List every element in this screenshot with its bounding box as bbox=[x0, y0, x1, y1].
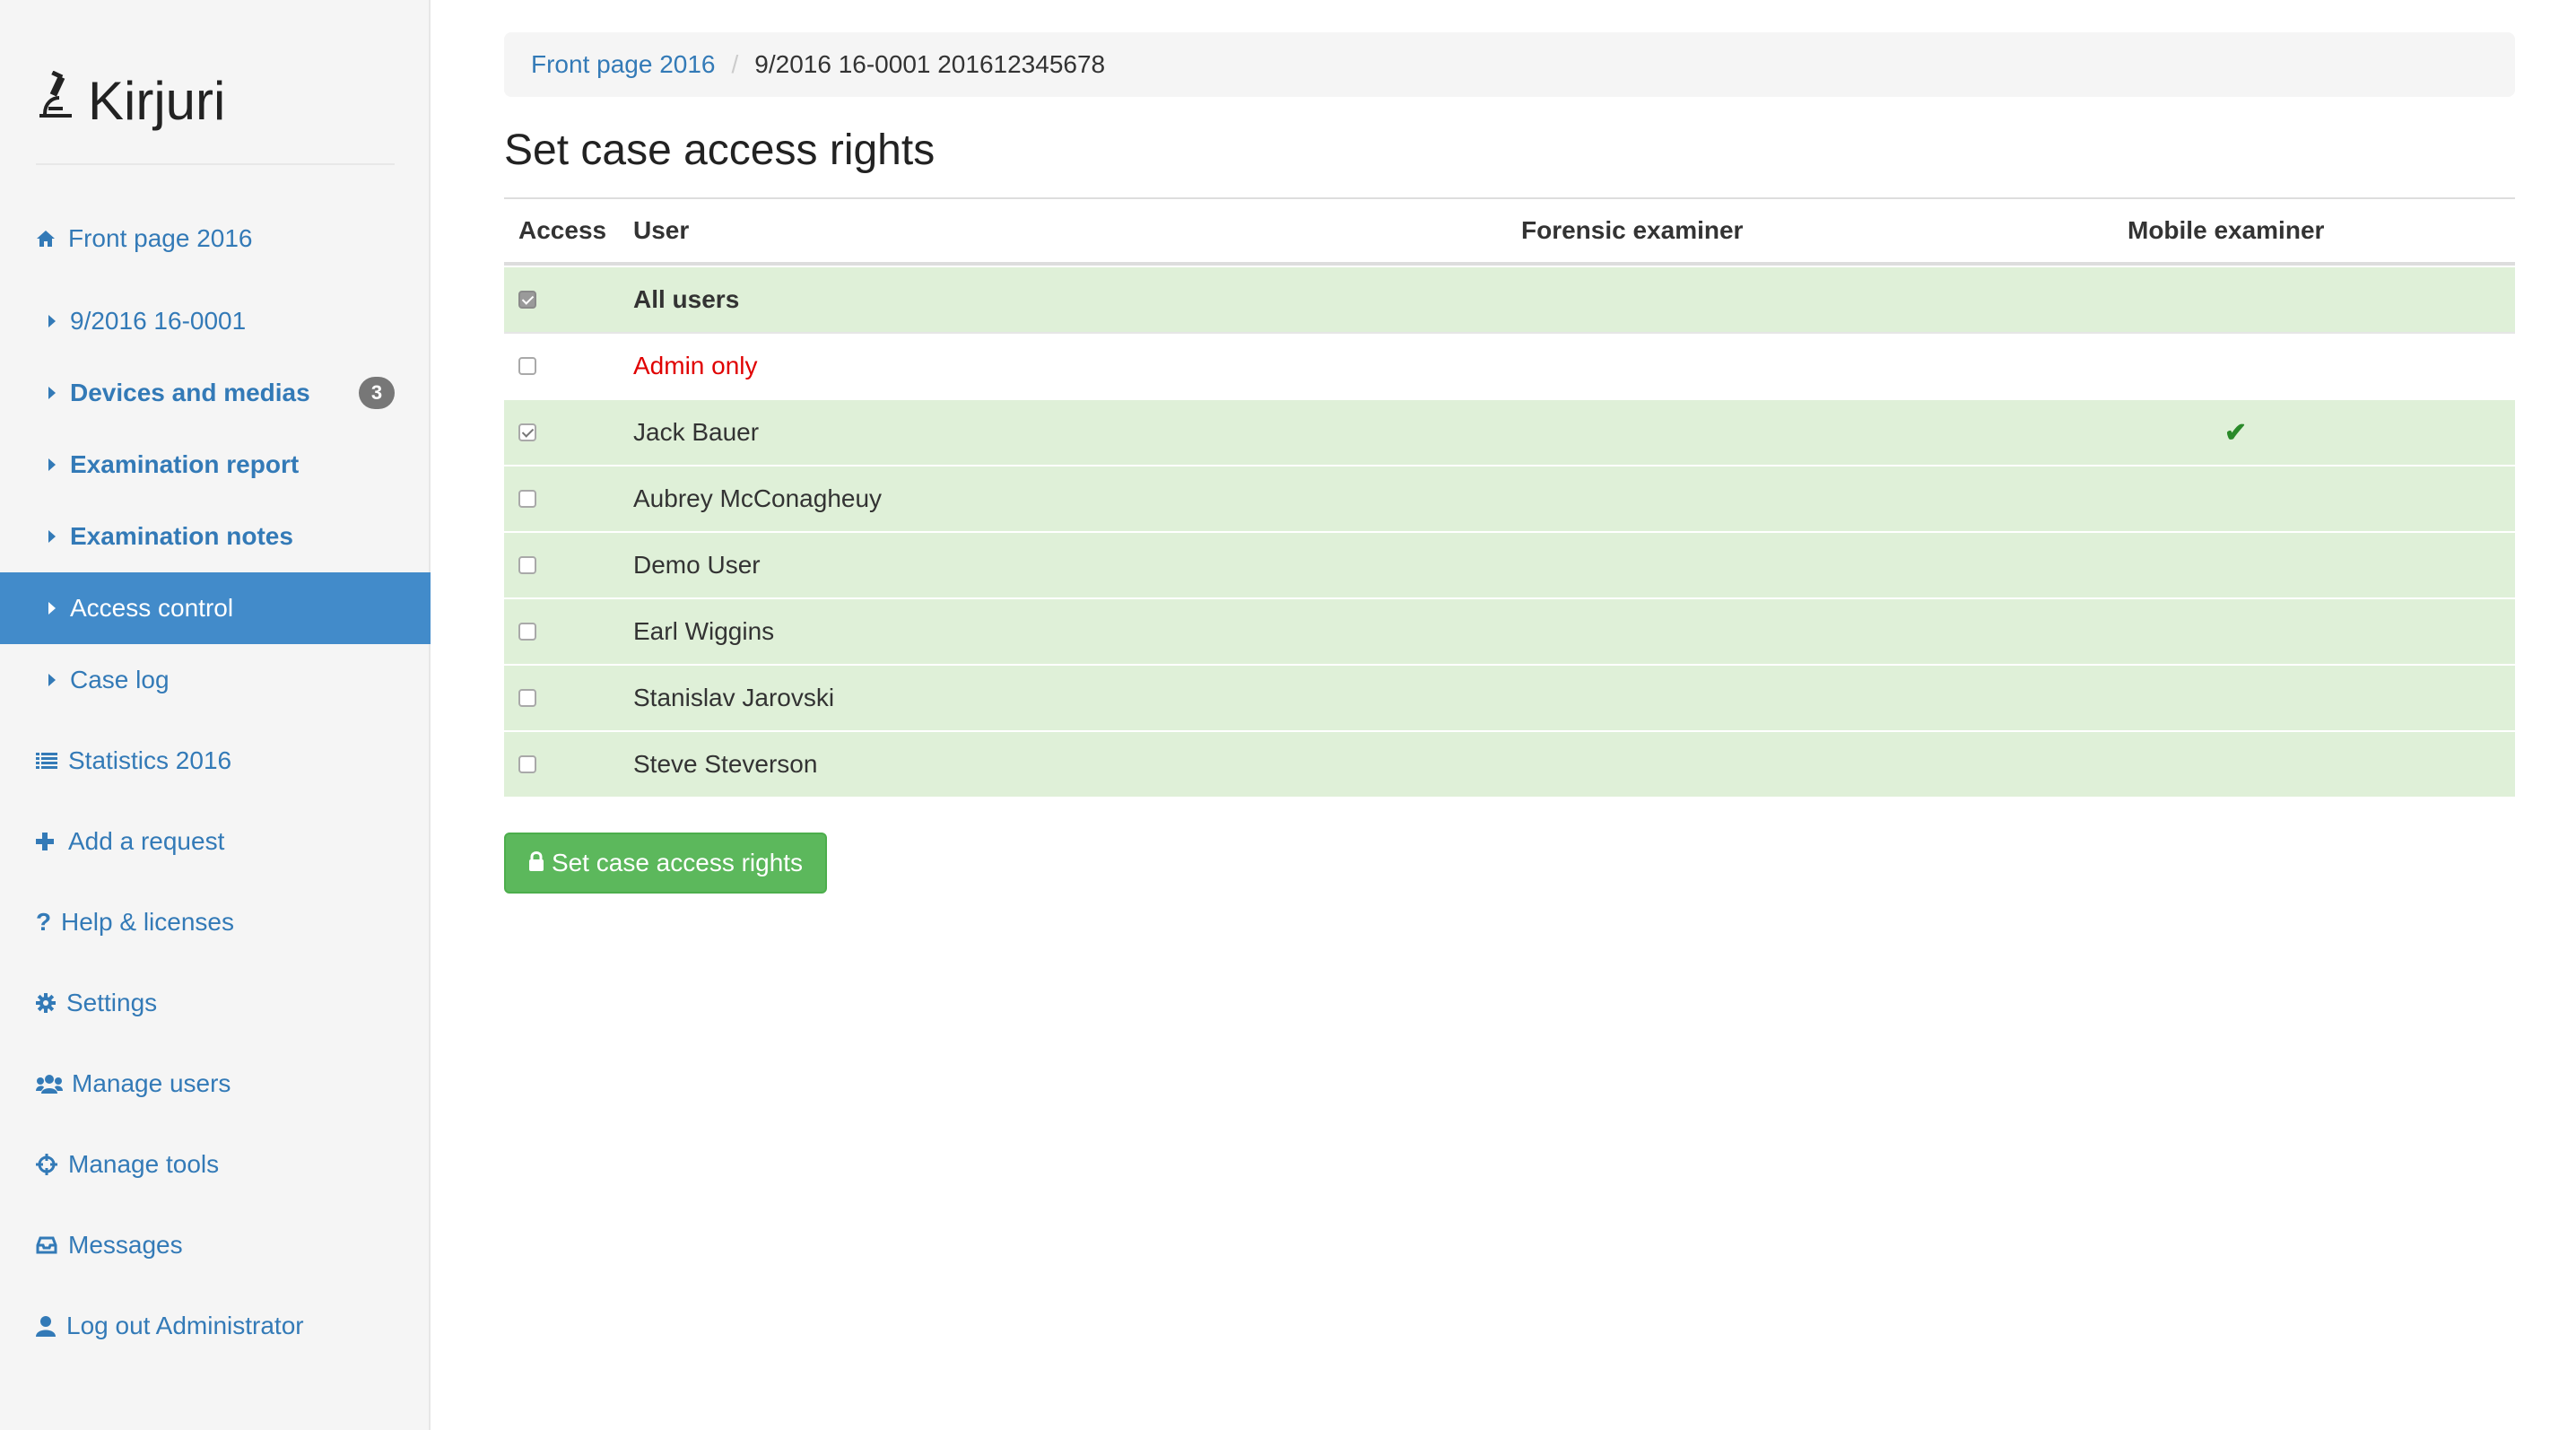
nav-label: Manage tools bbox=[68, 1150, 220, 1178]
breadcrumb-front-page-link[interactable]: Front page 2016 bbox=[531, 50, 716, 79]
nav-label: Examination report bbox=[70, 450, 300, 478]
header-mobile-examiner: Mobile examiner bbox=[2128, 216, 2325, 244]
nav-settings[interactable]: Settings bbox=[0, 967, 431, 1039]
nav-case-log[interactable]: Case log bbox=[0, 644, 431, 716]
access-checkbox[interactable] bbox=[518, 490, 536, 508]
table-row: Stanislav Jarovski bbox=[504, 664, 2515, 730]
table-row: All users bbox=[504, 266, 2515, 332]
user-icon bbox=[36, 1315, 63, 1337]
nav-examination-notes[interactable]: Examination notes bbox=[0, 501, 431, 572]
access-checkbox[interactable] bbox=[518, 423, 536, 441]
nav-label: Manage users bbox=[72, 1069, 231, 1097]
nav-label: 9/2016 16-0001 bbox=[70, 307, 247, 335]
access-table: Access User Forensic examiner Mobile exa… bbox=[504, 197, 2515, 797]
gear-icon bbox=[36, 993, 63, 1013]
table-row: Steve Steverson bbox=[504, 730, 2515, 797]
caret-right-icon bbox=[48, 315, 66, 327]
access-checkbox[interactable] bbox=[518, 623, 536, 641]
table-row: Demo User bbox=[504, 531, 2515, 597]
mobile-examiner-check-icon: ✔ bbox=[2224, 417, 2248, 448]
breadcrumb-separator: / bbox=[731, 50, 739, 78]
user-name: Earl Wiggins bbox=[633, 617, 775, 645]
nav-label: Front page 2016 bbox=[68, 224, 253, 252]
table-header: Access User Forensic examiner Mobile exa… bbox=[504, 199, 2515, 266]
nav-label: Log out Administrator bbox=[66, 1312, 304, 1339]
caret-right-icon bbox=[48, 458, 66, 471]
nav-label: Statistics 2016 bbox=[68, 746, 232, 774]
question-icon: ? bbox=[36, 908, 52, 936]
caret-right-icon bbox=[48, 602, 66, 615]
brand-name: Kirjuri bbox=[88, 70, 226, 131]
nav-manage-users[interactable]: Manage users bbox=[0, 1048, 431, 1120]
microscope-icon bbox=[36, 70, 75, 132]
nav-label: Devices and medias bbox=[70, 379, 310, 406]
user-name: Stanislav Jarovski bbox=[633, 684, 835, 711]
nav-manage-tools[interactable]: Manage tools bbox=[0, 1129, 431, 1200]
user-name: All users bbox=[633, 285, 740, 313]
brand-divider bbox=[36, 163, 395, 165]
user-name: Admin only bbox=[633, 352, 758, 379]
nav-label: Access control bbox=[70, 594, 234, 622]
nav-examination-report[interactable]: Examination report bbox=[0, 429, 431, 501]
nav-help-licenses[interactable]: ? Help & licenses bbox=[0, 886, 431, 958]
table-row: Aubrey McConagheuy bbox=[504, 465, 2515, 531]
header-access: Access bbox=[518, 216, 607, 244]
page-title: Set case access rights bbox=[504, 126, 936, 174]
table-row: Jack Bauer ✔ bbox=[504, 398, 2515, 465]
nav-case[interactable]: 9/2016 16-0001 bbox=[0, 285, 431, 357]
nav-label: Settings bbox=[66, 989, 158, 1016]
table-row: Earl Wiggins bbox=[504, 597, 2515, 664]
nav-label: Case log bbox=[70, 666, 170, 693]
crosshairs-icon bbox=[36, 1154, 65, 1175]
caret-right-icon bbox=[48, 674, 66, 686]
breadcrumb: Front page 2016 / 9/2016 16-0001 2016123… bbox=[504, 32, 2515, 97]
header-forensic-examiner: Forensic examiner bbox=[1521, 216, 1744, 244]
user-name: Aubrey McConagheuy bbox=[633, 484, 883, 512]
access-checkbox[interactable] bbox=[518, 556, 536, 574]
user-name: Steve Steverson bbox=[633, 750, 818, 778]
set-access-rights-button[interactable]: Set case access rights bbox=[504, 833, 827, 894]
nav-front-page[interactable]: Front page 2016 bbox=[0, 203, 431, 275]
home-icon bbox=[36, 230, 65, 248]
nav-statistics[interactable]: Statistics 2016 bbox=[0, 725, 431, 797]
access-checkbox[interactable] bbox=[518, 755, 536, 773]
brand[interactable]: Kirjuri bbox=[36, 65, 225, 136]
access-checkbox[interactable] bbox=[518, 357, 536, 375]
nav-label: Help & licenses bbox=[61, 908, 234, 936]
caret-right-icon bbox=[48, 387, 66, 399]
count-badge: 3 bbox=[359, 377, 395, 409]
breadcrumb-current: 9/2016 16-0001 201612345678 bbox=[754, 50, 1106, 78]
header-user: User bbox=[633, 216, 690, 244]
user-name: Jack Bauer bbox=[633, 418, 760, 446]
nav-access-control[interactable]: Access control bbox=[0, 572, 431, 644]
lock-icon bbox=[528, 849, 544, 877]
plus-icon bbox=[36, 833, 65, 850]
table-row: Admin only bbox=[504, 332, 2515, 398]
list-icon bbox=[36, 752, 65, 770]
access-checkbox[interactable] bbox=[518, 689, 536, 707]
button-label: Set case access rights bbox=[551, 849, 804, 876]
nav-devices-and-medias[interactable]: Devices and medias 3 bbox=[0, 357, 431, 429]
inbox-icon bbox=[36, 1236, 65, 1254]
user-name: Demo User bbox=[633, 551, 761, 579]
nav-label: Examination notes bbox=[70, 522, 293, 550]
nav-label: Messages bbox=[68, 1231, 183, 1259]
access-checkbox[interactable] bbox=[518, 291, 536, 309]
nav-add-request[interactable]: Add a request bbox=[0, 806, 431, 877]
nav-log-out[interactable]: Log out Administrator bbox=[0, 1290, 431, 1362]
users-icon bbox=[36, 1074, 68, 1094]
nav-messages[interactable]: Messages bbox=[0, 1209, 431, 1281]
nav-label: Add a request bbox=[68, 827, 225, 855]
sidebar: Kirjuri Front page 2016 9/2016 16-0001 D… bbox=[0, 0, 431, 1430]
caret-right-icon bbox=[48, 530, 66, 543]
